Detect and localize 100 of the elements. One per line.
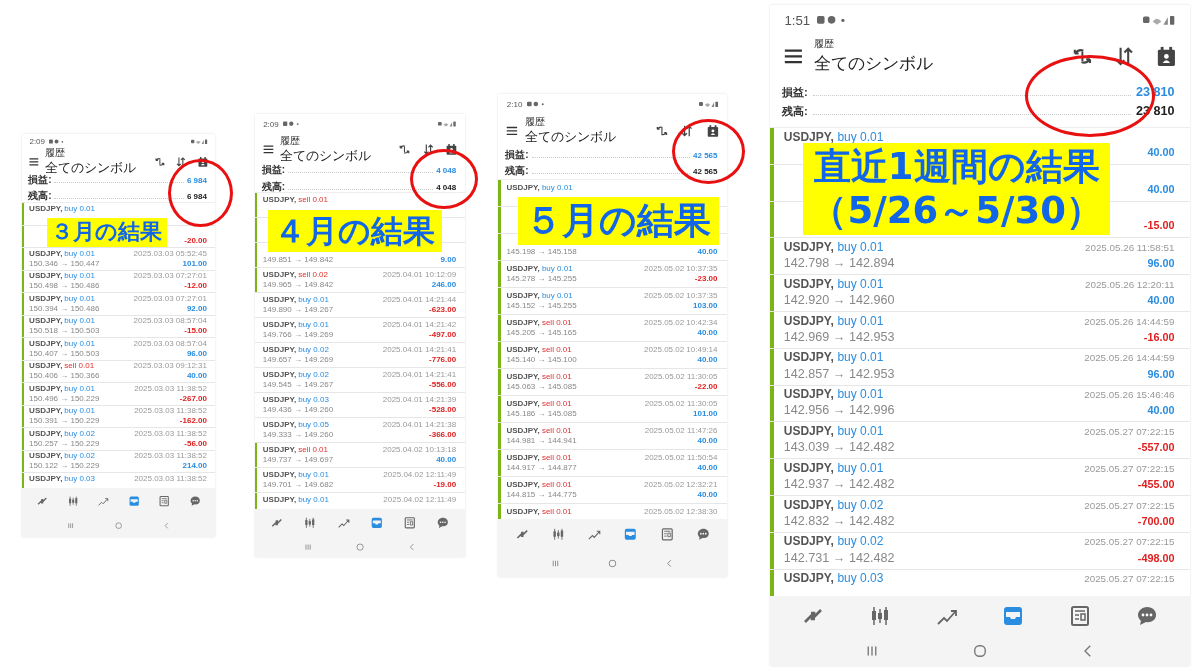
profit-value: -528.00 [429, 405, 457, 414]
calendar-icon[interactable] [445, 143, 459, 156]
deal-time: 2025.05.02 11:30:05 [644, 372, 718, 381]
sort-icon[interactable] [421, 143, 435, 156]
profit-value: 9.00 [440, 255, 457, 264]
calendar-icon[interactable] [197, 155, 209, 168]
order-label: buy 0.02 [837, 497, 884, 512]
trend-icon[interactable] [97, 495, 110, 508]
price-range: 150.518 → 150.503 [29, 326, 100, 336]
symbol-label: USDJPY, [29, 248, 63, 258]
price-range: 145.140 → 145.100 [506, 355, 577, 364]
symbol-label: USDJPY, [29, 338, 63, 348]
deal-time: 2025.03.03 07:27:01 [133, 271, 207, 281]
order-label: buy 0.01 [541, 264, 573, 273]
deal-time: 2025.04.01 14:21:39 [382, 395, 457, 404]
order-label: buy 0.01 [298, 470, 329, 479]
home-icon[interactable] [354, 541, 366, 553]
summary-value: 6 984 [186, 192, 207, 202]
status-time: 2:10 [506, 99, 523, 109]
inbox-icon[interactable] [369, 516, 384, 530]
news-icon[interactable] [403, 516, 417, 530]
symbol-label: USDJPY, [783, 240, 834, 255]
order-label: buy 0.01 [837, 129, 884, 144]
inbox-icon[interactable] [127, 495, 140, 508]
system-status-icons-drawing [1143, 14, 1176, 26]
order-label: buy 0.01 [298, 295, 329, 304]
candlestick-icon[interactable] [550, 526, 566, 542]
deal-row[interactable]: USDJPY, buy 0.01 2025.04.01 14:21:42 149.766 → 149.269 -497.00 [255, 318, 465, 343]
symbol-label: USDJPY, [506, 453, 540, 462]
calendar-icon[interactable] [1155, 44, 1178, 68]
arrows-icon[interactable] [36, 495, 49, 508]
caption-label: 直近1週間の結果 （5/26～5/30） [803, 143, 1111, 236]
price-range: 145.152 → 145.255 [506, 301, 577, 310]
deal-time: 2025.05.02 11:47:26 [644, 426, 718, 435]
chat-icon[interactable] [188, 495, 201, 508]
deal-time: 2025.04.01 10:12:09 [382, 270, 457, 279]
order-label: buy 0.01 [837, 276, 884, 291]
price-range: 150.407 → 150.503 [29, 348, 100, 358]
deal-row[interactable]: USDJPY, buy 0.03 2025.04.01 14:21:39 149.436 → 149.260 -528.00 [255, 393, 465, 418]
summary-value: 4 048 [436, 182, 457, 192]
price-range: 142.956 → 142.996 [783, 403, 895, 418]
symbol-filter[interactable]: 全てのシンボル [525, 129, 616, 146]
chat-icon[interactable] [436, 516, 450, 530]
deal-row[interactable]: USDJPY, buy 0.01 2025.04.01 14:21:44 149.890 → 149.267 -623.00 [255, 293, 465, 318]
profit-value: 40.00 [436, 455, 457, 464]
chat-icon[interactable] [695, 526, 711, 542]
profit-value: -20.00 [184, 236, 207, 246]
menu-icon[interactable] [28, 155, 40, 168]
order-label: buy 0.01 [64, 338, 96, 348]
price-range: 150.394 → 150.486 [29, 303, 100, 313]
deal-time: 2025.03.03 08:57:04 [133, 316, 207, 326]
deal-time: 2025.05.02 10:37:35 [644, 264, 718, 273]
deal-row[interactable]: USDJPY, buy 0.05 2025.04.01 14:21:38 149.333 → 149.260 -366.00 [255, 418, 465, 443]
summary-label: 残高: [261, 179, 286, 194]
deal-time: 2025.04.02 12:11:49 [383, 495, 457, 504]
deal-time: 2025.03.03 11:38:52 [134, 451, 207, 461]
price-range: 142.832 → 142.482 [783, 513, 895, 528]
price-range: 149.766 → 149.269 [262, 330, 334, 339]
symbol-label: USDJPY, [783, 387, 834, 402]
profit-value: -56.00 [184, 438, 207, 448]
order-label: sell 0.02 [298, 270, 328, 279]
notification-icons-drawing [48, 138, 66, 145]
symbol-filter[interactable]: 全てのシンボル [280, 148, 372, 165]
menu-icon[interactable] [261, 143, 275, 156]
candlestick-icon[interactable] [66, 495, 79, 508]
order-label: buy 0.01 [837, 460, 884, 475]
deal-row[interactable]: USDJPY, buy 0.02 2025.04.01 14:21:41 149.545 → 149.267 -556.00 [255, 368, 465, 393]
symbol-label: USDJPY, [262, 270, 297, 279]
profit-value: -15.00 [1143, 219, 1175, 232]
inbox-icon[interactable] [623, 526, 638, 542]
order-label: buy 0.02 [837, 534, 884, 549]
symbol-label: USDJPY, [783, 276, 834, 291]
order-label: sell 0.01 [298, 445, 328, 454]
order-label: buy 0.01 [64, 248, 96, 258]
caption-label: ４月の結果 [268, 210, 442, 252]
news-icon[interactable] [659, 526, 675, 542]
symbol-filter[interactable]: 全てのシンボル [814, 51, 934, 75]
summary-label: 損益: [505, 147, 529, 162]
order-label: sell 0.01 [541, 399, 572, 408]
news-icon[interactable] [158, 495, 171, 508]
candlestick-icon[interactable] [303, 516, 317, 530]
home-icon[interactable] [607, 557, 618, 569]
price-range: 145.063 → 145.085 [506, 382, 577, 391]
symbol-label: USDJPY, [29, 316, 63, 326]
price-range: 149.545 → 149.267 [262, 380, 334, 389]
deal-time: 2025.05.02 10:42:34 [644, 318, 718, 327]
price-range: 149.890 → 149.267 [262, 305, 334, 314]
deal-time: 2025.03.03 11:38:52 [134, 473, 207, 483]
calendar-icon[interactable] [705, 123, 720, 138]
notification-icons-drawing [526, 100, 547, 108]
sort-icon[interactable] [175, 155, 188, 168]
profit-value: -23.00 [694, 274, 718, 283]
deal-row[interactable]: USDJPY, buy 0.02 2025.04.01 14:21:41 149.657 → 149.269 -776.00 [255, 343, 465, 368]
profit-value: -557.00 [1137, 441, 1175, 454]
trend-icon[interactable] [336, 516, 351, 530]
symbol-label: USDJPY, [506, 372, 540, 381]
price-range: 143.039 → 142.482 [783, 440, 895, 455]
sort-icon[interactable] [680, 123, 695, 138]
order-label: buy 0.01 [837, 387, 884, 402]
home-icon[interactable] [971, 642, 989, 660]
